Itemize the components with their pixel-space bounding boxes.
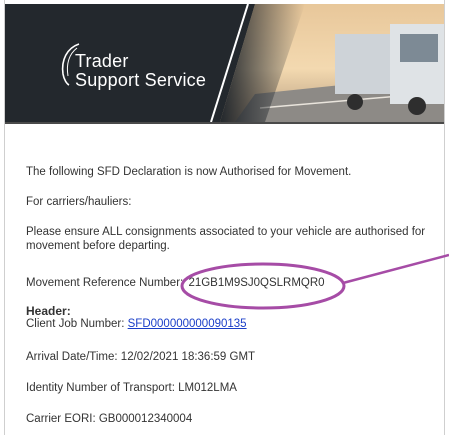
mrn-row: Movement Reference Number: 21GB1M9SJ0QSL… (26, 277, 325, 289)
arrival-value: 12/02/2021 18:36:59 GMT (120, 351, 256, 363)
arrival-row: Arrival Date/Time: 12/02/2021 18:36:59 G… (26, 351, 255, 363)
arrival-label: Arrival Date/Time: (26, 351, 118, 363)
brand-logo-text: Trader Support Service (75, 52, 206, 90)
eori-row: Carrier EORI: GB000012340004 (26, 413, 192, 425)
brand-line2: Support Service (75, 70, 207, 90)
header-heading: Header: (26, 304, 71, 318)
intro-text: The following SFD Declaration is now Aut… (26, 166, 352, 178)
eori-value: GB000012340004 (98, 413, 193, 425)
eori-label: Carrier EORI: (26, 413, 96, 425)
mrn-value: 21GB1M9SJ0QSLRMQR0 (188, 277, 325, 289)
header-divider (5, 122, 444, 124)
carriers-text: For carriers/hauliers: (26, 196, 132, 208)
mrn-label: Movement Reference Number: (26, 277, 184, 289)
transport-row: Identity Number of Transport: LM012LMA (26, 382, 237, 394)
client-job-link[interactable]: SFD000000000090135 (128, 318, 247, 330)
email-window: Trader Support Service The following SFD… (4, 0, 445, 435)
instruction-text: Please ensure ALL consignments associate… (26, 226, 426, 252)
brand-line1: Trader (75, 51, 129, 71)
transport-label: Identity Number of Transport: (26, 382, 175, 394)
header-banner: Trader Support Service (5, 4, 444, 122)
client-job-label: Client Job Number: (26, 318, 125, 330)
transport-value: LM012LMA (178, 382, 237, 394)
client-job-row: Client Job Number: SFD000000000090135 (26, 318, 247, 330)
